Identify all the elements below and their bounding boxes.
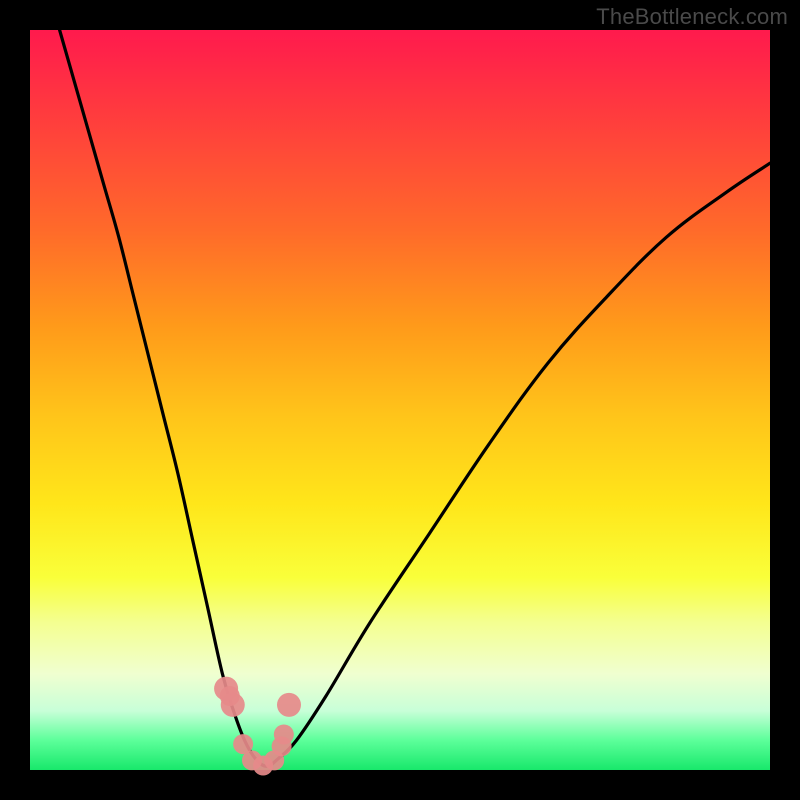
plot-area: [30, 30, 770, 770]
chart-frame: TheBottleneck.com: [0, 0, 800, 800]
highlight-markers: [214, 677, 301, 776]
watermark-text: TheBottleneck.com: [596, 4, 788, 30]
highlight-point: [221, 693, 245, 717]
highlight-point: [277, 693, 301, 717]
bottleneck-curve: [60, 30, 770, 766]
curve-layer: [30, 30, 770, 770]
highlight-point: [274, 724, 294, 744]
